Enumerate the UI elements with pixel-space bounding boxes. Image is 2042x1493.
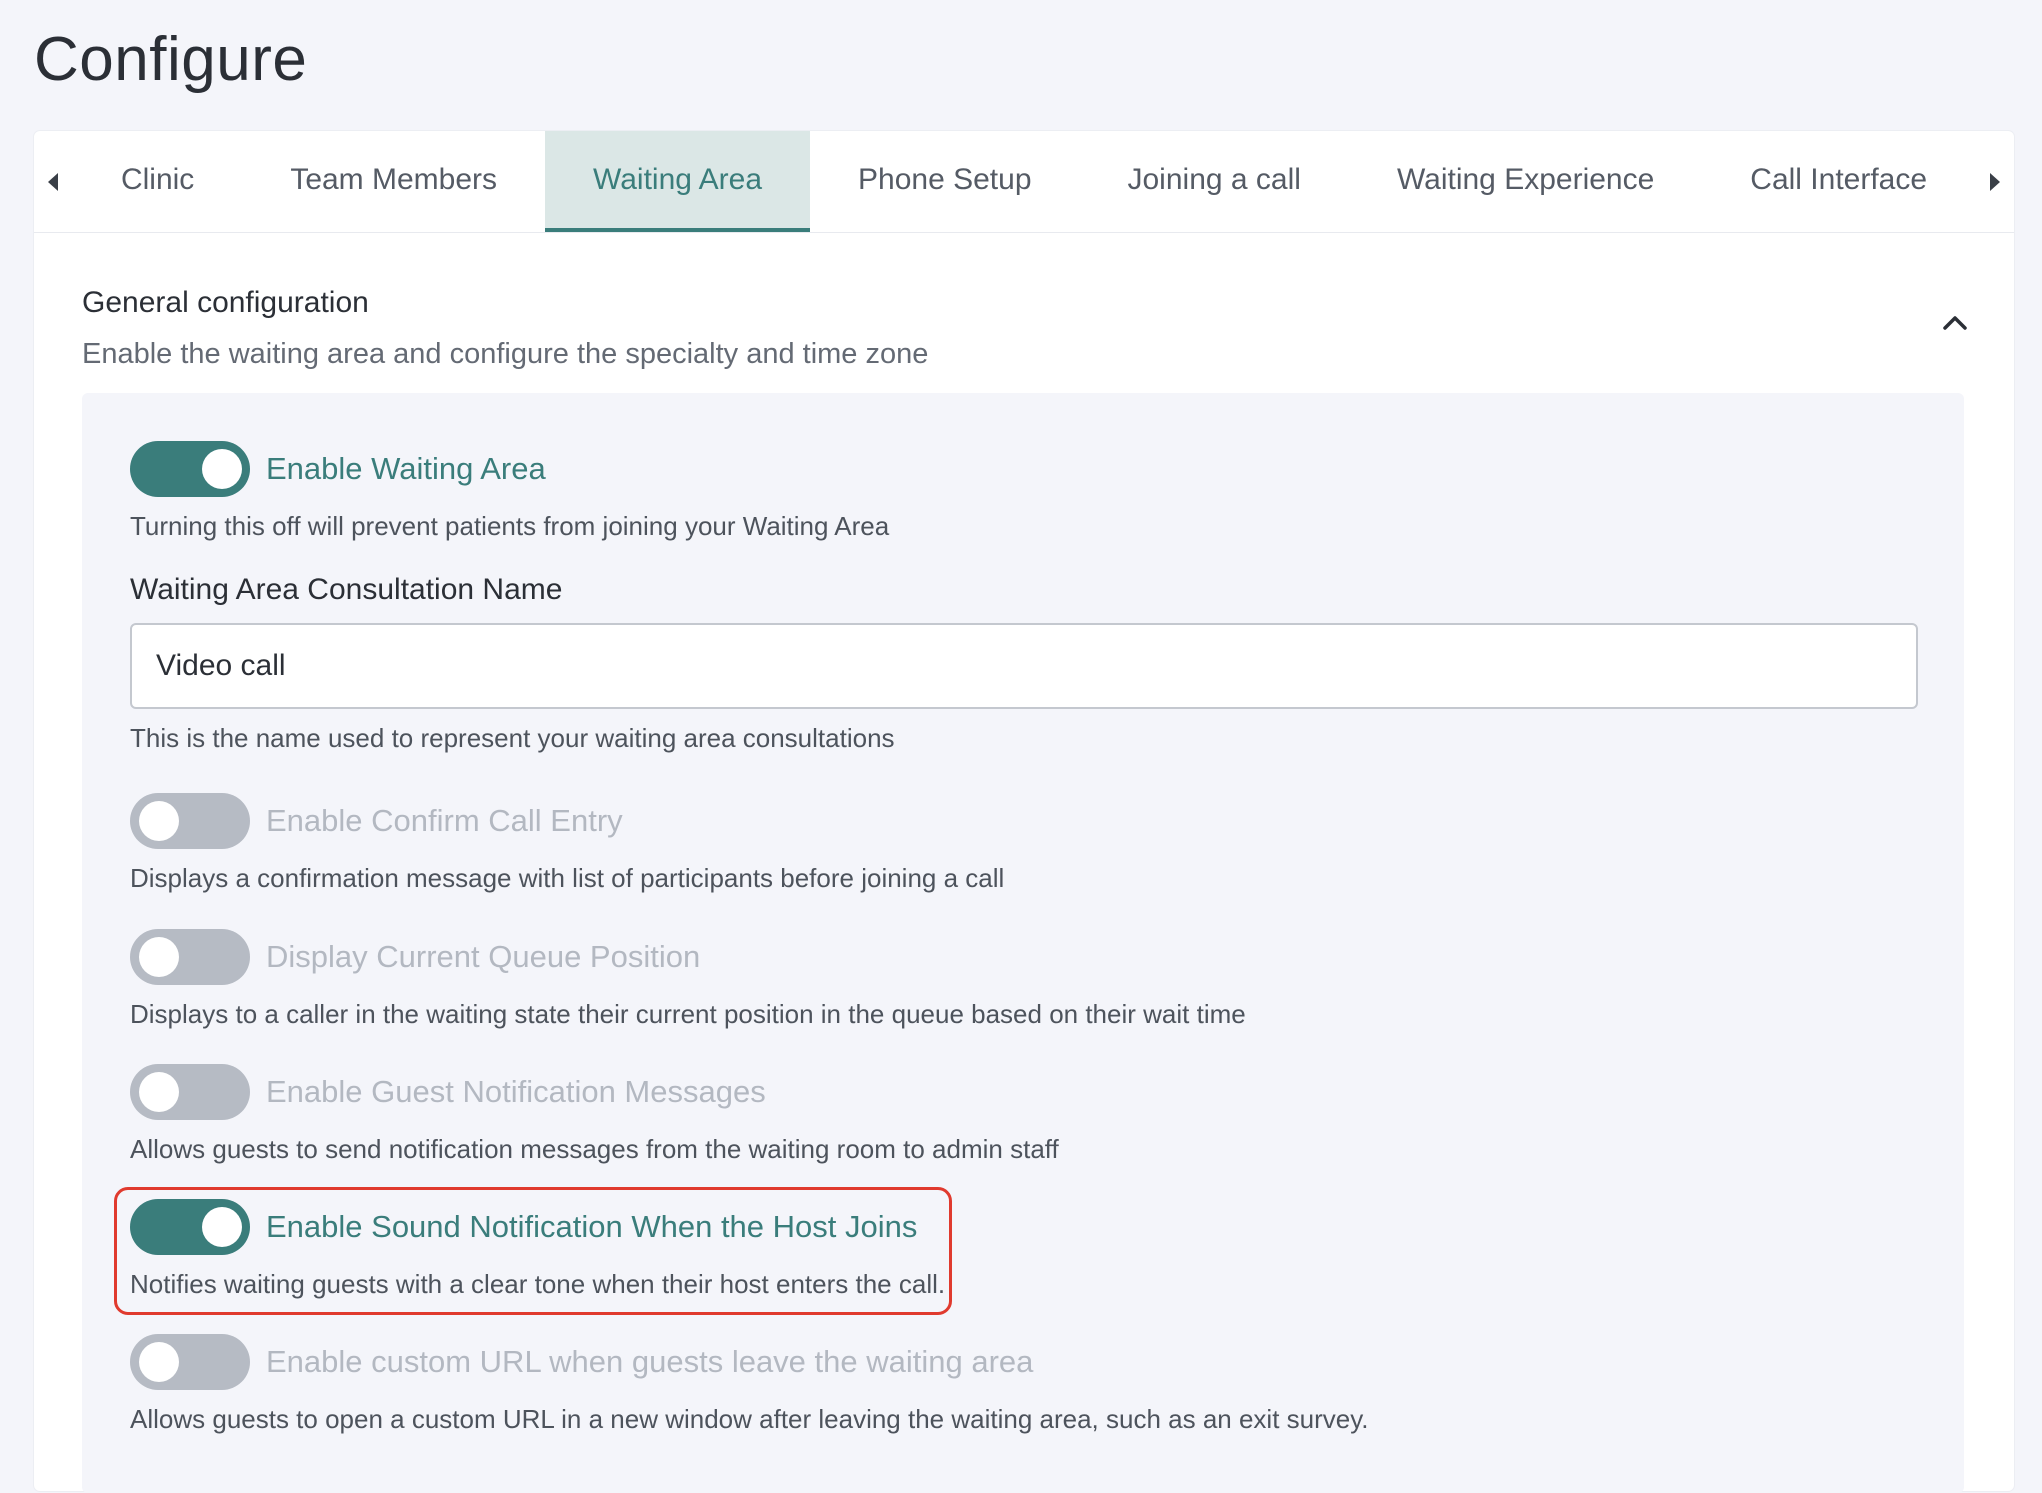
guest-notifications-label: Enable Guest Notification Messages [266,1074,766,1109]
tab-call-interface[interactable]: Call Interface [1702,131,1975,232]
tab-scroll-left-button[interactable] [34,131,73,232]
queue-position-toggle[interactable] [130,929,250,985]
tab-bar: Clinic Team Members Waiting Area Phone S… [34,131,2014,233]
tab-phone-setup[interactable]: Phone Setup [810,131,1079,232]
enable-waiting-area-label: Enable Waiting Area [266,451,546,486]
custom-exit-url-label: Enable custom URL when guests leave the … [266,1344,1034,1379]
setting-confirm-call-entry: Enable Confirm Call Entry Displays a con… [130,793,1004,894]
setting-consultation-name: Waiting Area Consultation Name This is t… [130,573,1918,754]
tab-waiting-experience[interactable]: Waiting Experience [1349,131,1702,232]
sound-notification-label: Enable Sound Notification When the Host … [266,1209,918,1244]
toggle-knob [139,1072,179,1112]
custom-exit-url-description: Allows guests to open a custom URL in a … [130,1404,1369,1434]
consultation-name-description: This is the name used to represent your … [130,723,895,753]
setting-queue-position: Display Current Queue Position Displays … [130,929,1246,1030]
toggle-knob [202,1207,242,1247]
toggle-knob [139,937,179,977]
settings-panel: Enable Waiting Area Turning this off wil… [82,393,1964,1493]
guest-notifications-description: Allows guests to send notification messa… [130,1134,1059,1164]
queue-position-label: Display Current Queue Position [266,939,701,974]
page-title: Configure [34,25,308,94]
enable-waiting-area-toggle[interactable] [130,441,250,497]
tab-joining-a-call[interactable]: Joining a call [1080,131,1349,232]
toggle-knob [202,449,242,489]
custom-exit-url-toggle[interactable] [130,1334,250,1390]
tab-clinic[interactable]: Clinic [73,131,242,232]
enable-waiting-area-description: Turning this off will prevent patients f… [130,511,890,541]
consultation-name-input[interactable] [130,623,1918,709]
collapse-section-button[interactable] [1938,306,1972,340]
confirm-call-entry-description: Displays a confirmation message with lis… [130,863,1005,893]
caret-left-icon [48,172,59,191]
setting-sound-notification: Enable Sound Notification When the Host … [130,1199,945,1300]
confirm-call-entry-label: Enable Confirm Call Entry [266,803,623,838]
tab-waiting-area[interactable]: Waiting Area [545,131,811,232]
setting-enable-waiting-area: Enable Waiting Area Turning this off wil… [130,441,889,542]
tab-list: Clinic Team Members Waiting Area Phone S… [73,131,1975,232]
section-title: General configuration [82,286,369,319]
section-subtitle: Enable the waiting area and configure th… [82,338,929,370]
general-configuration-header[interactable]: General configuration Enable the waiting… [82,286,1967,371]
setting-guest-notifications: Enable Guest Notification Messages Allow… [130,1064,1059,1165]
guest-notifications-toggle[interactable] [130,1064,250,1120]
tab-team-members[interactable]: Team Members [242,131,545,232]
sound-notification-toggle[interactable] [130,1199,250,1255]
toggle-knob [139,1342,179,1382]
chevron-up-icon [1943,316,1967,330]
consultation-name-label: Waiting Area Consultation Name [130,573,563,606]
toggle-knob [139,801,179,841]
queue-position-description: Displays to a caller in the waiting stat… [130,999,1246,1029]
configure-card: Clinic Team Members Waiting Area Phone S… [34,131,2014,1493]
sound-notification-description: Notifies waiting guests with a clear ton… [130,1269,946,1299]
confirm-call-entry-toggle[interactable] [130,793,250,849]
tab-scroll-right-button[interactable] [1975,131,2014,232]
setting-custom-exit-url: Enable custom URL when guests leave the … [130,1334,1369,1435]
caret-right-icon [1989,172,2000,191]
